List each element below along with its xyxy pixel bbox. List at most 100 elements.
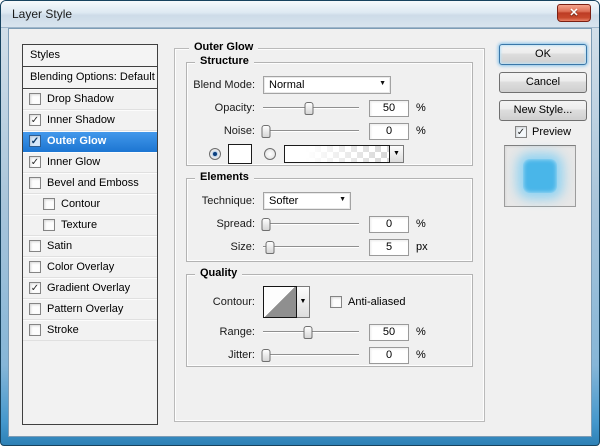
noise-slider-thumb[interactable] [261, 125, 271, 138]
noise-label: Noise: [223, 125, 255, 137]
technique-value: Softer [269, 195, 299, 207]
contour-thumbnail[interactable] [263, 286, 297, 318]
antialiased-label: Anti-aliased [348, 296, 406, 308]
jitter-unit: % [416, 349, 426, 361]
opacity-unit: % [416, 102, 426, 114]
opacity-field[interactable]: 50 [369, 99, 409, 117]
elements-title: Elements [195, 171, 254, 183]
spread-slider-track[interactable] [263, 223, 359, 225]
titlebar[interactable]: Layer Style ✕ [1, 1, 599, 28]
sidebar-style-item[interactable]: Stroke [23, 320, 157, 341]
technique-select[interactable]: Softer ▼ [263, 192, 351, 210]
jitter-slider-track[interactable] [263, 354, 359, 356]
style-checkbox[interactable]: ✓ [29, 156, 41, 168]
style-item-label: Contour [61, 198, 101, 210]
style-checkbox[interactable]: ✓ [29, 135, 41, 147]
chevron-down-icon: ▼ [379, 80, 386, 87]
spread-unit: % [416, 218, 426, 230]
opacity-slider-thumb[interactable] [304, 102, 314, 115]
range-field[interactable]: 50 [369, 323, 409, 341]
style-list: Drop Shadow ✓ Inner Shadow ✓ Outer Glow … [23, 89, 157, 341]
blend-mode-select[interactable]: Normal ▼ [263, 76, 391, 94]
range-unit: % [416, 326, 426, 338]
jitter-label: Jitter: [228, 349, 255, 361]
style-checkbox[interactable] [43, 219, 55, 231]
dialog-body: Styles Blending Options: Default Drop Sh… [8, 28, 592, 437]
size-unit: px [416, 241, 428, 253]
style-item-label: Bevel and Emboss [47, 177, 139, 189]
style-checkbox[interactable] [29, 261, 41, 273]
style-checkbox[interactable]: ✓ [29, 282, 41, 294]
blend-mode-label: Blend Mode: [193, 79, 255, 91]
style-checkbox[interactable] [29, 177, 41, 189]
preview-control[interactable]: ✓ Preview [515, 126, 571, 138]
noise-slider[interactable] [261, 124, 359, 138]
style-checkbox[interactable] [29, 93, 41, 105]
size-slider[interactable] [263, 240, 359, 254]
spread-slider-thumb[interactable] [261, 218, 271, 231]
glow-preview-image [523, 159, 557, 193]
style-checkbox[interactable] [29, 303, 41, 315]
size-field[interactable]: 5 [369, 238, 409, 256]
window-title: Layer Style [12, 7, 73, 21]
sidebar-style-item[interactable]: Color Overlay [23, 257, 157, 278]
style-checkbox[interactable]: ✓ [29, 114, 41, 126]
size-label: Size: [230, 241, 255, 253]
sidebar-style-item[interactable]: ✓ Inner Shadow [23, 110, 157, 131]
gradient-radio[interactable] [264, 148, 276, 160]
styles-header: Styles [23, 45, 157, 67]
antialiased-control[interactable]: Anti-aliased [330, 296, 405, 308]
blend-mode-value: Normal [269, 79, 305, 91]
size-slider-track[interactable] [263, 246, 359, 248]
sidebar-style-item[interactable]: Texture [23, 215, 157, 236]
style-item-label: Drop Shadow [47, 93, 114, 105]
glow-color-swatch[interactable] [228, 144, 252, 164]
contour-label: Contour: [212, 296, 255, 308]
layer-style-dialog: Layer Style ✕ Styles Blending Options: D… [0, 0, 600, 446]
style-checkbox[interactable] [29, 240, 41, 252]
sidebar-style-item[interactable]: Pattern Overlay [23, 299, 157, 320]
structure-title: Structure [195, 55, 254, 67]
close-icon[interactable]: ✕ [557, 4, 591, 22]
panel-title: Outer Glow [189, 41, 259, 53]
preview-checkbox[interactable]: ✓ [515, 126, 527, 138]
spread-field[interactable]: 0 [369, 215, 409, 233]
sidebar-style-item[interactable]: Contour [23, 194, 157, 215]
sidebar-style-item[interactable]: ✓ Gradient Overlay [23, 278, 157, 299]
jitter-field[interactable]: 0 [369, 346, 409, 364]
quality-title: Quality [195, 267, 243, 279]
range-slider[interactable] [263, 325, 359, 339]
chevron-down-icon: ▼ [339, 196, 346, 203]
jitter-slider[interactable] [261, 348, 359, 362]
gradient-bar[interactable] [284, 145, 390, 163]
spread-label: Spread: [216, 218, 255, 230]
spread-slider[interactable] [261, 217, 359, 231]
sidebar-style-item[interactable]: ✓ Outer Glow [23, 131, 157, 152]
noise-field[interactable]: 0 [369, 122, 409, 140]
opacity-slider[interactable] [263, 101, 359, 115]
style-item-label: Color Overlay [47, 261, 115, 273]
color-radio[interactable] [209, 148, 221, 160]
contour-picker-arrow-icon[interactable]: ▼ [297, 286, 310, 318]
jitter-slider-thumb[interactable] [261, 349, 271, 362]
style-checkbox[interactable] [43, 198, 55, 210]
new-style-button[interactable]: New Style... [499, 100, 587, 121]
sidebar-style-item[interactable]: ✓ Inner Glow [23, 152, 157, 173]
opacity-label: Opacity: [214, 102, 255, 114]
noise-slider-track[interactable] [263, 130, 359, 132]
outer-glow-panel: Outer Glow Structure Blend Mode: Normal … [174, 41, 485, 422]
antialiased-checkbox[interactable] [330, 296, 342, 308]
ok-button[interactable]: OK [499, 44, 587, 65]
sidebar-style-item[interactable]: Satin [23, 236, 157, 257]
sidebar-style-item[interactable]: Bevel and Emboss [23, 173, 157, 194]
size-slider-thumb[interactable] [265, 241, 275, 254]
range-slider-thumb[interactable] [303, 326, 313, 339]
style-checkbox[interactable] [29, 324, 41, 336]
cancel-button[interactable]: Cancel [499, 72, 587, 93]
elements-group: Elements Technique: Softer ▼ Spread: 0 %… [186, 171, 473, 262]
gradient-picker-arrow-icon[interactable]: ▼ [390, 145, 404, 163]
sidebar-item-blending-options[interactable]: Blending Options: Default [23, 67, 157, 89]
style-item-label: Stroke [47, 324, 79, 336]
style-item-label: Texture [61, 219, 98, 231]
sidebar-style-item[interactable]: Drop Shadow [23, 89, 157, 110]
